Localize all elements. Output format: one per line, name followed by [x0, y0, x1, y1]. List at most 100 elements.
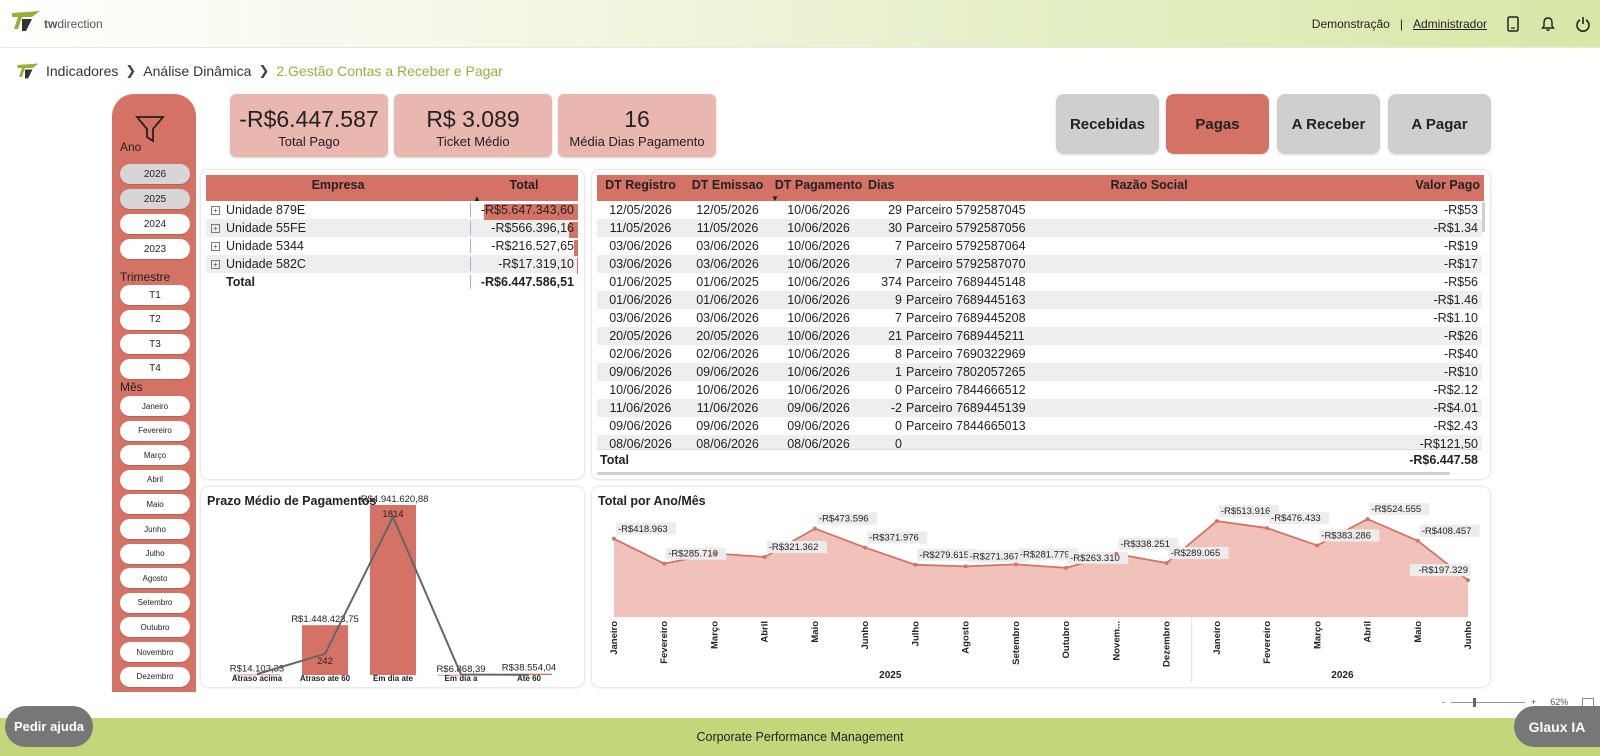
filter-sidebar: Ano 2026 2025 2024 2023 Trimestre T1 T2 T3 T4 …	[112, 94, 196, 692]
expand-icon[interactable]: +	[211, 223, 220, 233]
data-point[interactable]	[963, 564, 968, 569]
trimestre-option-t3[interactable]: T3	[120, 334, 190, 354]
data-label: -R$263.310	[1068, 551, 1129, 564]
expand-icon[interactable]: +	[211, 259, 220, 269]
glaux-ai-button[interactable]: Glaux IA	[1514, 706, 1600, 747]
data-point[interactable]	[1164, 561, 1169, 566]
mes-option[interactable]: Janeiro	[120, 396, 190, 416]
col-dt-registro[interactable]: DT Registro	[597, 175, 684, 201]
data-point[interactable]	[1013, 562, 1018, 567]
table-row[interactable]: + Unidade 55FE -R$566.396,16	[206, 219, 578, 238]
data-point[interactable]	[1466, 578, 1470, 583]
empresa-name: Unidade 55FE	[226, 221, 306, 235]
data-point[interactable]	[1365, 517, 1370, 522]
table-row[interactable]: 09/06/2026 09/06/2026 09/06/2026 0 Parceiro …	[597, 417, 1482, 435]
table-row[interactable]: + Unidade 582C -R$17.319,10	[206, 255, 578, 274]
data-point[interactable]	[762, 555, 767, 560]
expand-icon[interactable]: +	[211, 241, 220, 251]
data-label: -R$321.362	[766, 541, 827, 554]
table-row[interactable]: 12/05/2026 12/05/2026 10/06/2026 29 Parceiro…	[597, 201, 1482, 219]
table-row[interactable]: 03/06/2026 03/06/2026 10/06/2026 7 Parceiro …	[597, 309, 1482, 327]
data-point[interactable]	[1265, 526, 1270, 531]
data-point[interactable]	[662, 561, 667, 566]
data-point[interactable]	[1064, 565, 1069, 570]
bar[interactable]	[370, 505, 416, 675]
dias-cell: 7	[895, 257, 902, 271]
breadcrumb-item-indicadores[interactable]: Indicadores	[46, 63, 118, 79]
ano-option-2026[interactable]: 2026	[120, 164, 190, 184]
data-point[interactable]	[913, 562, 918, 567]
expand-icon[interactable]: +	[211, 205, 220, 215]
data-point[interactable]	[712, 551, 717, 556]
power-icon[interactable]	[1565, 0, 1600, 48]
data-point[interactable]	[1315, 543, 1320, 548]
table-row[interactable]: 11/05/2026 11/05/2026 10/06/2026 30 Parceiro…	[597, 219, 1482, 237]
mes-option[interactable]: Outubro	[120, 617, 190, 638]
ano-option-2023[interactable]: 2023	[120, 239, 190, 259]
mes-option[interactable]: Fevereiro	[120, 420, 190, 441]
table-row[interactable]: 10/06/2026 10/06/2026 10/06/2026 0 Parceiro …	[597, 381, 1482, 399]
tab-recebidas[interactable]: Recebidas	[1056, 94, 1159, 154]
col-total[interactable]: Total ▲	[470, 175, 578, 203]
table-row[interactable]: 03/06/2026 03/06/2026 10/06/2026 7 Parceiro …	[597, 255, 1482, 273]
col-dias[interactable]: Dias	[866, 175, 906, 201]
bar-label: R$1.448.423,75	[291, 614, 359, 625]
mes-option[interactable]: Novembro	[120, 642, 190, 662]
col-valor-pago[interactable]: Valor Pago	[1392, 175, 1484, 201]
razao-social-cell: Parceiro 7844666512	[906, 383, 1026, 397]
dt-pagamento-cell: 10/06/2026	[787, 365, 850, 379]
ano-option-2025[interactable]: 2025	[120, 189, 190, 209]
bar[interactable]	[302, 625, 348, 675]
tablet-icon[interactable]	[1495, 0, 1530, 48]
mes-option[interactable]: Maio	[120, 494, 190, 515]
horizontal-scrollbar[interactable]	[597, 472, 1450, 475]
col-empresa[interactable]: Empresa	[206, 175, 470, 201]
trimestre-option-t1[interactable]: T1	[120, 285, 190, 305]
table-row[interactable]: 20/05/2026 20/05/2026 10/06/2026 21 Parceiro…	[597, 327, 1482, 345]
data-point[interactable]	[863, 545, 868, 550]
zoom-out-button[interactable]: -	[1442, 697, 1445, 707]
bell-icon[interactable]	[1530, 0, 1565, 48]
ano-option-2024[interactable]: 2024	[120, 214, 190, 234]
col-razao-social[interactable]: Razão Social	[906, 175, 1392, 201]
trimestre-option-t2[interactable]: T2	[120, 309, 190, 330]
table-row[interactable]: 01/06/2026 01/06/2026 10/06/2026 9 Parceiro …	[597, 291, 1482, 309]
data-point[interactable]	[1114, 551, 1119, 556]
help-button[interactable]: Pedir ajuda	[5, 706, 93, 747]
mes-option[interactable]: Abril	[120, 469, 190, 490]
mes-option[interactable]: Dezembro	[120, 666, 190, 687]
table-row[interactable]: 02/06/2026 02/06/2026 10/06/2026 8 Parceiro …	[597, 345, 1482, 363]
table-row[interactable]: 11/06/2026 11/06/2026 09/06/2026 -2 Parceiro…	[597, 399, 1482, 417]
dt-emissao-cell: 02/06/2026	[696, 347, 759, 361]
zoom-slider[interactable]	[1451, 697, 1525, 707]
table-row[interactable]: 09/06/2026 09/06/2026 10/06/2026 1 Parceiro …	[597, 363, 1482, 381]
col-dt-emissao[interactable]: DT Emissao	[684, 175, 771, 201]
bar-label: R$38.554,04	[502, 663, 556, 674]
admin-link[interactable]: Administrador	[1413, 17, 1487, 31]
vertical-scrollbar[interactable]	[1482, 202, 1485, 232]
breadcrumb-item-analise[interactable]: Análise Dinâmica	[143, 63, 251, 79]
tab-a-pagar[interactable]: A Pagar	[1388, 94, 1491, 154]
mes-option[interactable]: Agosto	[120, 568, 190, 589]
trimestre-option-t4[interactable]: T4	[120, 358, 190, 379]
mes-option[interactable]: Setembro	[120, 592, 190, 613]
data-point[interactable]	[1214, 519, 1219, 524]
brand-logo[interactable]: twdirection	[10, 9, 103, 33]
mes-option[interactable]: Julho	[120, 543, 190, 564]
table-row[interactable]: 08/06/2026 08/06/2026 08/06/2026 0 -R$121,50	[597, 435, 1482, 449]
data-label-text: -R$285.710	[668, 549, 718, 560]
mes-option[interactable]: Março	[120, 445, 190, 466]
data-point[interactable]	[1415, 538, 1420, 543]
data-point[interactable]	[812, 526, 817, 531]
table-row[interactable]: + Unidade 879E -R$5.647.343,60	[206, 201, 578, 220]
table-row[interactable]: 01/06/2025 01/06/2025 10/06/2026 374 Parceir…	[597, 273, 1482, 291]
tab-pagas[interactable]: Pagas	[1166, 94, 1269, 154]
tab-a-receber[interactable]: A Receber	[1277, 94, 1380, 154]
table-row[interactable]: 03/06/2026 03/06/2026 10/06/2026 7 Parceiro …	[597, 237, 1482, 255]
table-row[interactable]: + Unidade 5344 -R$216.527,65	[206, 237, 578, 256]
kpi-value: 16	[624, 106, 650, 132]
data-label-text: -R$338.251	[1120, 539, 1170, 550]
data-point[interactable]	[612, 536, 616, 541]
col-dt-pagamento[interactable]: DT Pagamento ▼	[771, 175, 866, 203]
mes-option[interactable]: Junho	[120, 519, 190, 539]
